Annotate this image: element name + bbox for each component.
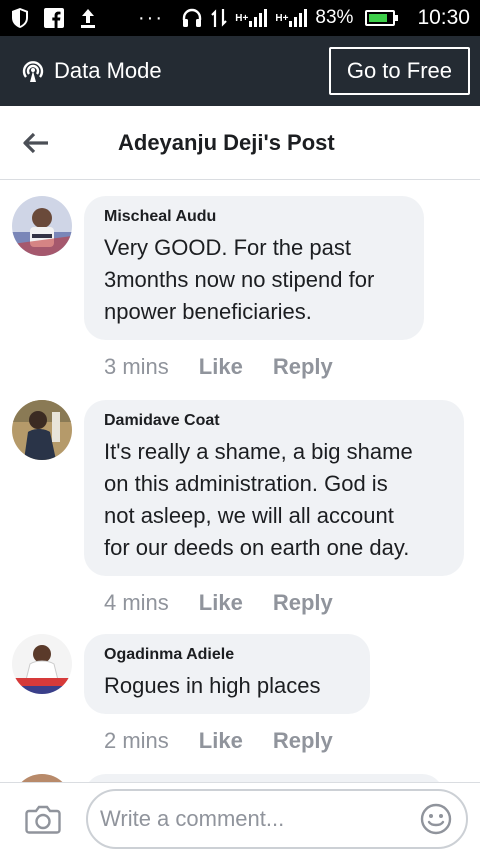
comment-actions: 2 mins Like Reply — [104, 728, 333, 754]
data-mode-broadcast-icon — [20, 58, 46, 84]
avatar[interactable] — [12, 634, 72, 694]
more-notifications-icon: ··· — [138, 6, 164, 29]
go-to-free-button[interactable]: Go to Free — [328, 47, 470, 95]
comment-author[interactable]: Mischeal Audu — [104, 208, 404, 226]
comment-bubble: Ogadinma Adiele Rogues in high places — [84, 634, 370, 714]
data-mode-bar: Data Mode Go to Free — [0, 36, 480, 106]
comment-bubble: Damidave Coat It's really a shame, a big… — [84, 400, 464, 576]
comment-text-line: for our deeds on earth one day. — [104, 535, 410, 560]
comment-author[interactable]: Damidave Coat — [104, 412, 444, 430]
shield-icon — [10, 7, 30, 29]
comment-author[interactable]: Ogadinma Adiele — [104, 646, 350, 664]
back-arrow-icon — [23, 132, 48, 153]
comments-list: Mischeal Audu Very GOOD. For the past 3m… — [0, 180, 480, 782]
data-mode-label: Data Mode — [54, 58, 162, 83]
smiley-icon — [420, 803, 452, 834]
status-bar: ··· H+ H+ 83% 10:30 — [0, 0, 480, 36]
post-header: Adeyanju Deji's Post — [0, 106, 480, 180]
avatar[interactable] — [12, 774, 72, 782]
comment-text-line: 3months now no stipend for — [104, 267, 375, 292]
reply-button[interactable]: Reply — [273, 728, 333, 754]
data-transfer-icon — [211, 7, 228, 29]
comment-composer — [0, 782, 480, 854]
camera-button[interactable] — [14, 783, 72, 855]
comment-text-line: Very GOOD. For the past — [104, 235, 351, 260]
comment-text: Very GOOD. For the past 3months now no s… — [104, 232, 404, 328]
page-title: Adeyanju Deji's Post — [118, 129, 335, 155]
comment-timestamp[interactable]: 3 mins — [104, 354, 169, 380]
comment-actions: 3 mins Like Reply — [104, 354, 333, 380]
emoji-button[interactable] — [418, 801, 454, 837]
facebook-icon — [44, 8, 64, 28]
like-button[interactable]: Like — [199, 728, 243, 754]
comment-timestamp[interactable]: 2 mins — [104, 728, 169, 754]
like-button[interactable]: Like — [199, 354, 243, 380]
comment-text-line: Rogues in high places — [104, 673, 321, 698]
comment-bubble — [84, 774, 444, 782]
avatar[interactable] — [12, 196, 72, 256]
comment-timestamp[interactable]: 4 mins — [104, 590, 169, 616]
upload-icon — [78, 7, 98, 29]
comment-text: Rogues in high places — [104, 670, 350, 702]
signal-icon-2: H+ — [275, 9, 308, 27]
comment-text-line: on this administration. God is — [104, 471, 388, 496]
like-button[interactable]: Like — [199, 590, 243, 616]
comment-input[interactable] — [100, 805, 418, 832]
battery-percent: 83% — [315, 7, 354, 28]
comment-bubble: Mischeal Audu Very GOOD. For the past 3m… — [84, 196, 424, 340]
clock: 10:30 — [417, 6, 470, 29]
reply-button[interactable]: Reply — [273, 590, 333, 616]
signal-icon-1: H+ — [235, 9, 268, 27]
comment-input-wrapper — [86, 788, 468, 849]
avatar[interactable] — [12, 400, 72, 460]
comment-text-line: npower beneficiaries. — [104, 299, 312, 324]
reply-button[interactable]: Reply — [273, 354, 333, 380]
battery-level — [369, 14, 388, 22]
comment-actions: 4 mins Like Reply — [104, 590, 333, 616]
comment-text-line: It's really a shame, a big shame — [104, 439, 413, 464]
comment-text: It's really a shame, a big shame on this… — [104, 436, 444, 564]
back-button[interactable] — [0, 106, 72, 180]
camera-icon — [25, 805, 61, 834]
comment-text-line: not asleep, we will all account — [104, 503, 394, 528]
headphones-icon — [181, 7, 203, 29]
battery-icon — [365, 10, 399, 26]
